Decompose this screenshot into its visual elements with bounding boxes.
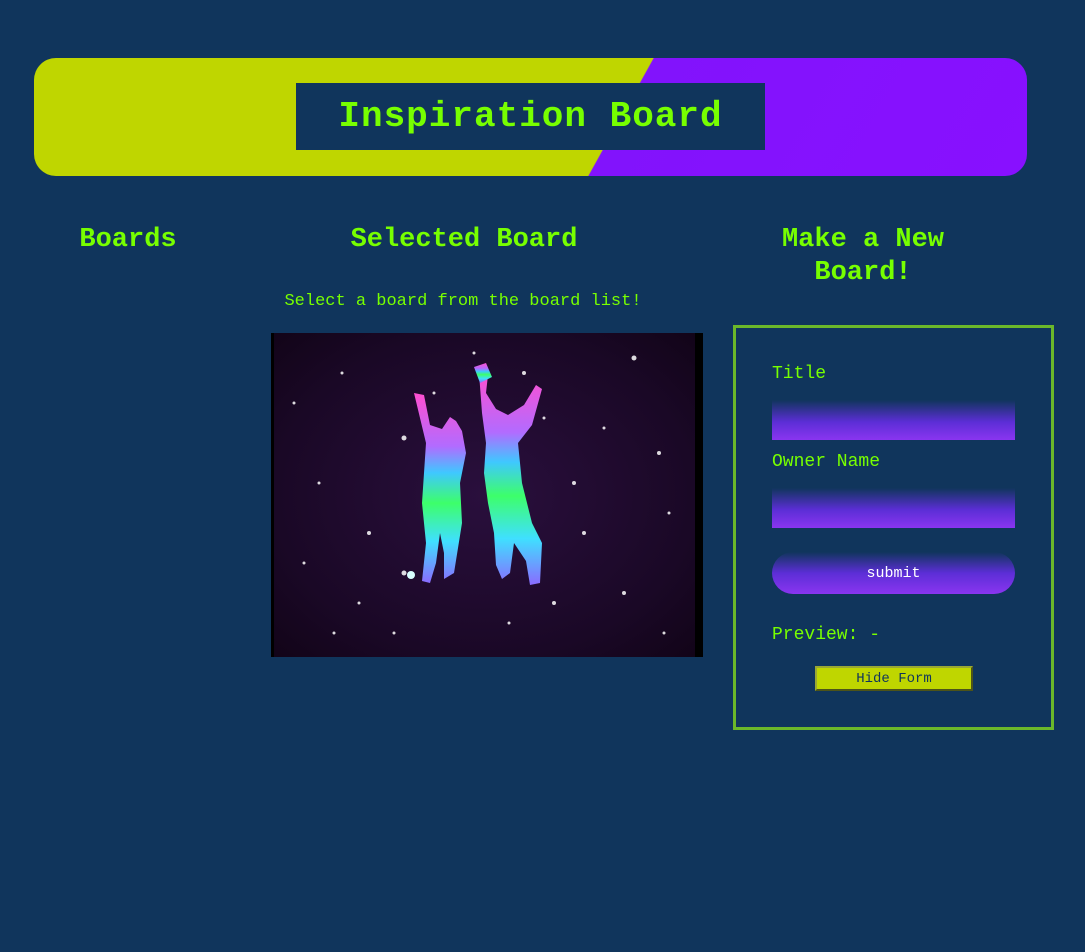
owner-name-input[interactable] xyxy=(772,488,1015,528)
page-title-box: Inspiration Board xyxy=(296,83,765,150)
submit-button[interactable]: submit xyxy=(772,552,1015,594)
page-title: Inspiration Board xyxy=(338,96,723,137)
title-label: Title xyxy=(772,364,827,384)
select-board-hint: Select a board from the board list! xyxy=(284,292,642,311)
inspiration-image xyxy=(271,333,703,657)
hide-form-button[interactable]: Hide Form xyxy=(815,666,973,691)
owner-name-label: Owner Name xyxy=(772,452,881,472)
preview-text: Preview: - xyxy=(772,625,881,645)
dancing-silhouettes-image xyxy=(292,351,671,635)
selected-board-heading: Selected Board xyxy=(350,225,578,255)
title-input[interactable] xyxy=(772,400,1015,440)
boards-heading: Boards xyxy=(79,225,177,255)
new-board-heading: Make a New Board! xyxy=(781,225,945,288)
